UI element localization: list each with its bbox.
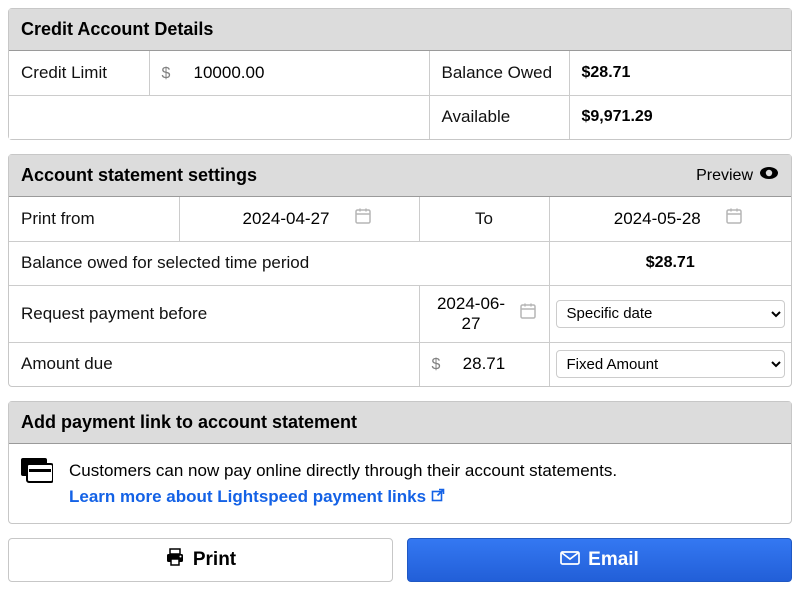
print-to-input[interactable]: 2024-05-28 (597, 209, 717, 229)
amount-due-cell[interactable]: $ 28.71 (419, 342, 549, 386)
payment-link-message: Customers can now pay online directly th… (69, 461, 617, 480)
print-button[interactable]: Print (8, 538, 393, 582)
payment-link-header: Add payment link to account statement (9, 402, 791, 444)
card-icon (21, 458, 53, 489)
credit-limit-input[interactable]: 10000.00 (184, 63, 274, 83)
print-button-label: Print (193, 549, 236, 571)
balance-period-label: Balance owed for selected time period (9, 241, 549, 285)
currency-symbol: $ (432, 356, 450, 374)
request-before-cell[interactable]: 2024-06-27 (419, 285, 549, 342)
amount-due-input[interactable]: 28.71 (454, 354, 514, 374)
request-before-label: Request payment before (9, 285, 419, 342)
credit-account-header: Credit Account Details (9, 9, 791, 51)
amount-type-cell[interactable]: Fixed Amount (549, 342, 791, 386)
external-link-icon (431, 484, 445, 510)
credit-account-panel: Credit Account Details Credit Limit $ 10… (8, 8, 792, 140)
balance-owed-value: $28.71 (569, 51, 791, 95)
preview-button[interactable]: Preview (696, 166, 779, 185)
printer-icon (165, 548, 185, 572)
statement-settings-title: Account statement settings (21, 165, 257, 186)
credit-account-title: Credit Account Details (21, 19, 213, 40)
statement-grid: Print from 2024-04-27 To 2024-05-28 (9, 197, 791, 386)
print-from-input[interactable]: 2024-04-27 (226, 209, 346, 229)
payment-link-info: Customers can now pay online directly th… (9, 444, 791, 523)
print-from-cell[interactable]: 2024-04-27 (179, 197, 419, 241)
action-row: Print Email (8, 538, 792, 582)
statement-settings-header: Account statement settings Preview (9, 155, 791, 197)
calendar-icon[interactable] (354, 207, 372, 230)
preview-label: Preview (696, 167, 753, 185)
currency-symbol: $ (162, 65, 180, 83)
print-from-label: Print from (9, 197, 179, 241)
amount-due-label: Amount due (9, 342, 419, 386)
available-label: Available (429, 95, 569, 139)
credit-account-grid: Credit Limit $ 10000.00 Balance Owed $28… (9, 51, 791, 139)
available-value: $9,971.29 (569, 95, 791, 139)
email-button[interactable]: Email (407, 538, 792, 582)
credit-limit-label: Credit Limit (9, 51, 149, 95)
mail-icon (560, 549, 580, 571)
request-before-input[interactable]: 2024-06-27 (432, 294, 511, 334)
payment-link-title: Add payment link to account statement (21, 412, 357, 433)
credit-limit-cell[interactable]: $ 10000.00 (149, 51, 429, 95)
learn-more-link[interactable]: Learn more about Lightspeed payment link… (69, 487, 445, 506)
due-type-cell[interactable]: Specific date (549, 285, 791, 342)
to-label: To (419, 197, 549, 241)
balance-owed-label: Balance Owed (429, 51, 569, 95)
amount-type-select[interactable]: Fixed Amount (556, 350, 786, 378)
statement-settings-panel: Account statement settings Preview Print… (8, 154, 792, 387)
eye-icon (759, 166, 779, 185)
email-button-label: Email (588, 549, 639, 571)
print-to-cell[interactable]: 2024-05-28 (549, 197, 791, 241)
balance-period-value: $28.71 (549, 241, 791, 285)
calendar-icon[interactable] (725, 207, 743, 230)
due-type-select[interactable]: Specific date (556, 300, 786, 328)
calendar-icon[interactable] (519, 302, 537, 325)
payment-link-panel: Add payment link to account statement Cu… (8, 401, 792, 524)
